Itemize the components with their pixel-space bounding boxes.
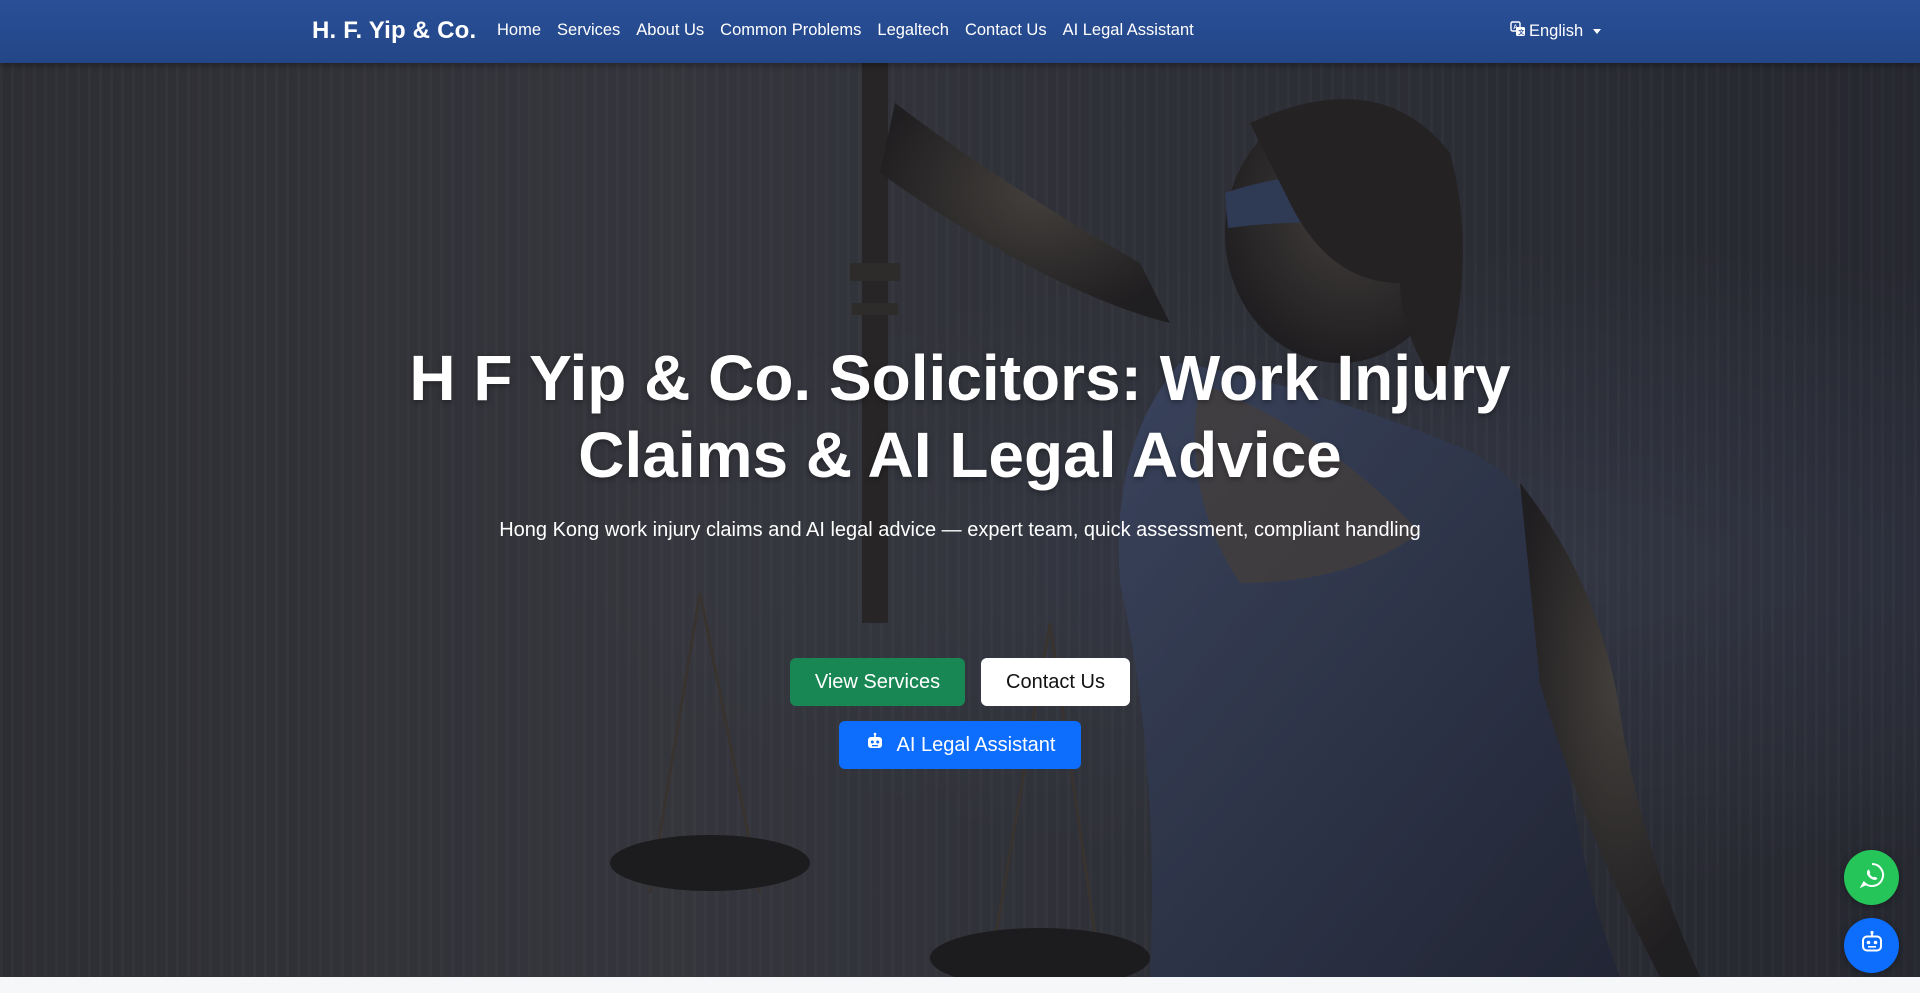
whatsapp-icon: [1858, 861, 1886, 894]
robot-icon: [1859, 930, 1885, 961]
brand-logo[interactable]: H. F. Yip & Co.: [312, 17, 476, 45]
nav-link-home[interactable]: Home: [497, 21, 541, 40]
language-label: English: [1529, 22, 1584, 40]
view-services-label: View Services: [814, 670, 941, 693]
ai-legal-assistant-button[interactable]: AI Legal Assistant: [839, 721, 1081, 769]
translate-icon: A文: [1510, 21, 1526, 42]
nav-link-contact[interactable]: Contact Us: [965, 21, 1047, 40]
chatbot-button[interactable]: [1844, 918, 1899, 973]
nav-link-legaltech[interactable]: Legaltech: [877, 21, 949, 40]
hero-section: H F Yip & Co. Solicitors: Work Injury Cl…: [0, 63, 1920, 977]
nav-link-ai-assistant[interactable]: AI Legal Assistant: [1063, 21, 1194, 40]
robot-icon: [865, 732, 885, 758]
language-dropdown[interactable]: A文 English: [1510, 21, 1602, 42]
svg-text:文: 文: [1517, 28, 1525, 36]
ai-legal-assistant-label: AI Legal Assistant: [896, 733, 1056, 756]
view-services-button[interactable]: View Services: [790, 658, 965, 706]
nav-link-services[interactable]: Services: [557, 21, 620, 40]
nav-links: Home Services About Us Common Problems L…: [497, 21, 1210, 40]
whatsapp-button[interactable]: [1844, 850, 1899, 905]
nav-link-about[interactable]: About Us: [636, 21, 704, 40]
contact-us-label: Contact Us: [1006, 670, 1105, 693]
chevron-down-icon: [1593, 29, 1602, 34]
page-footer-edge: [0, 977, 1920, 993]
hero-title: H F Yip & Co. Solicitors: Work Injury Cl…: [409, 342, 1511, 491]
nav-link-common-problems[interactable]: Common Problems: [720, 21, 861, 40]
contact-us-button[interactable]: Contact Us: [981, 658, 1130, 706]
hero-subtitle: Hong Kong work injury claims and AI lega…: [499, 519, 1421, 541]
navbar: H. F. Yip & Co. Home Services About Us C…: [0, 0, 1920, 63]
